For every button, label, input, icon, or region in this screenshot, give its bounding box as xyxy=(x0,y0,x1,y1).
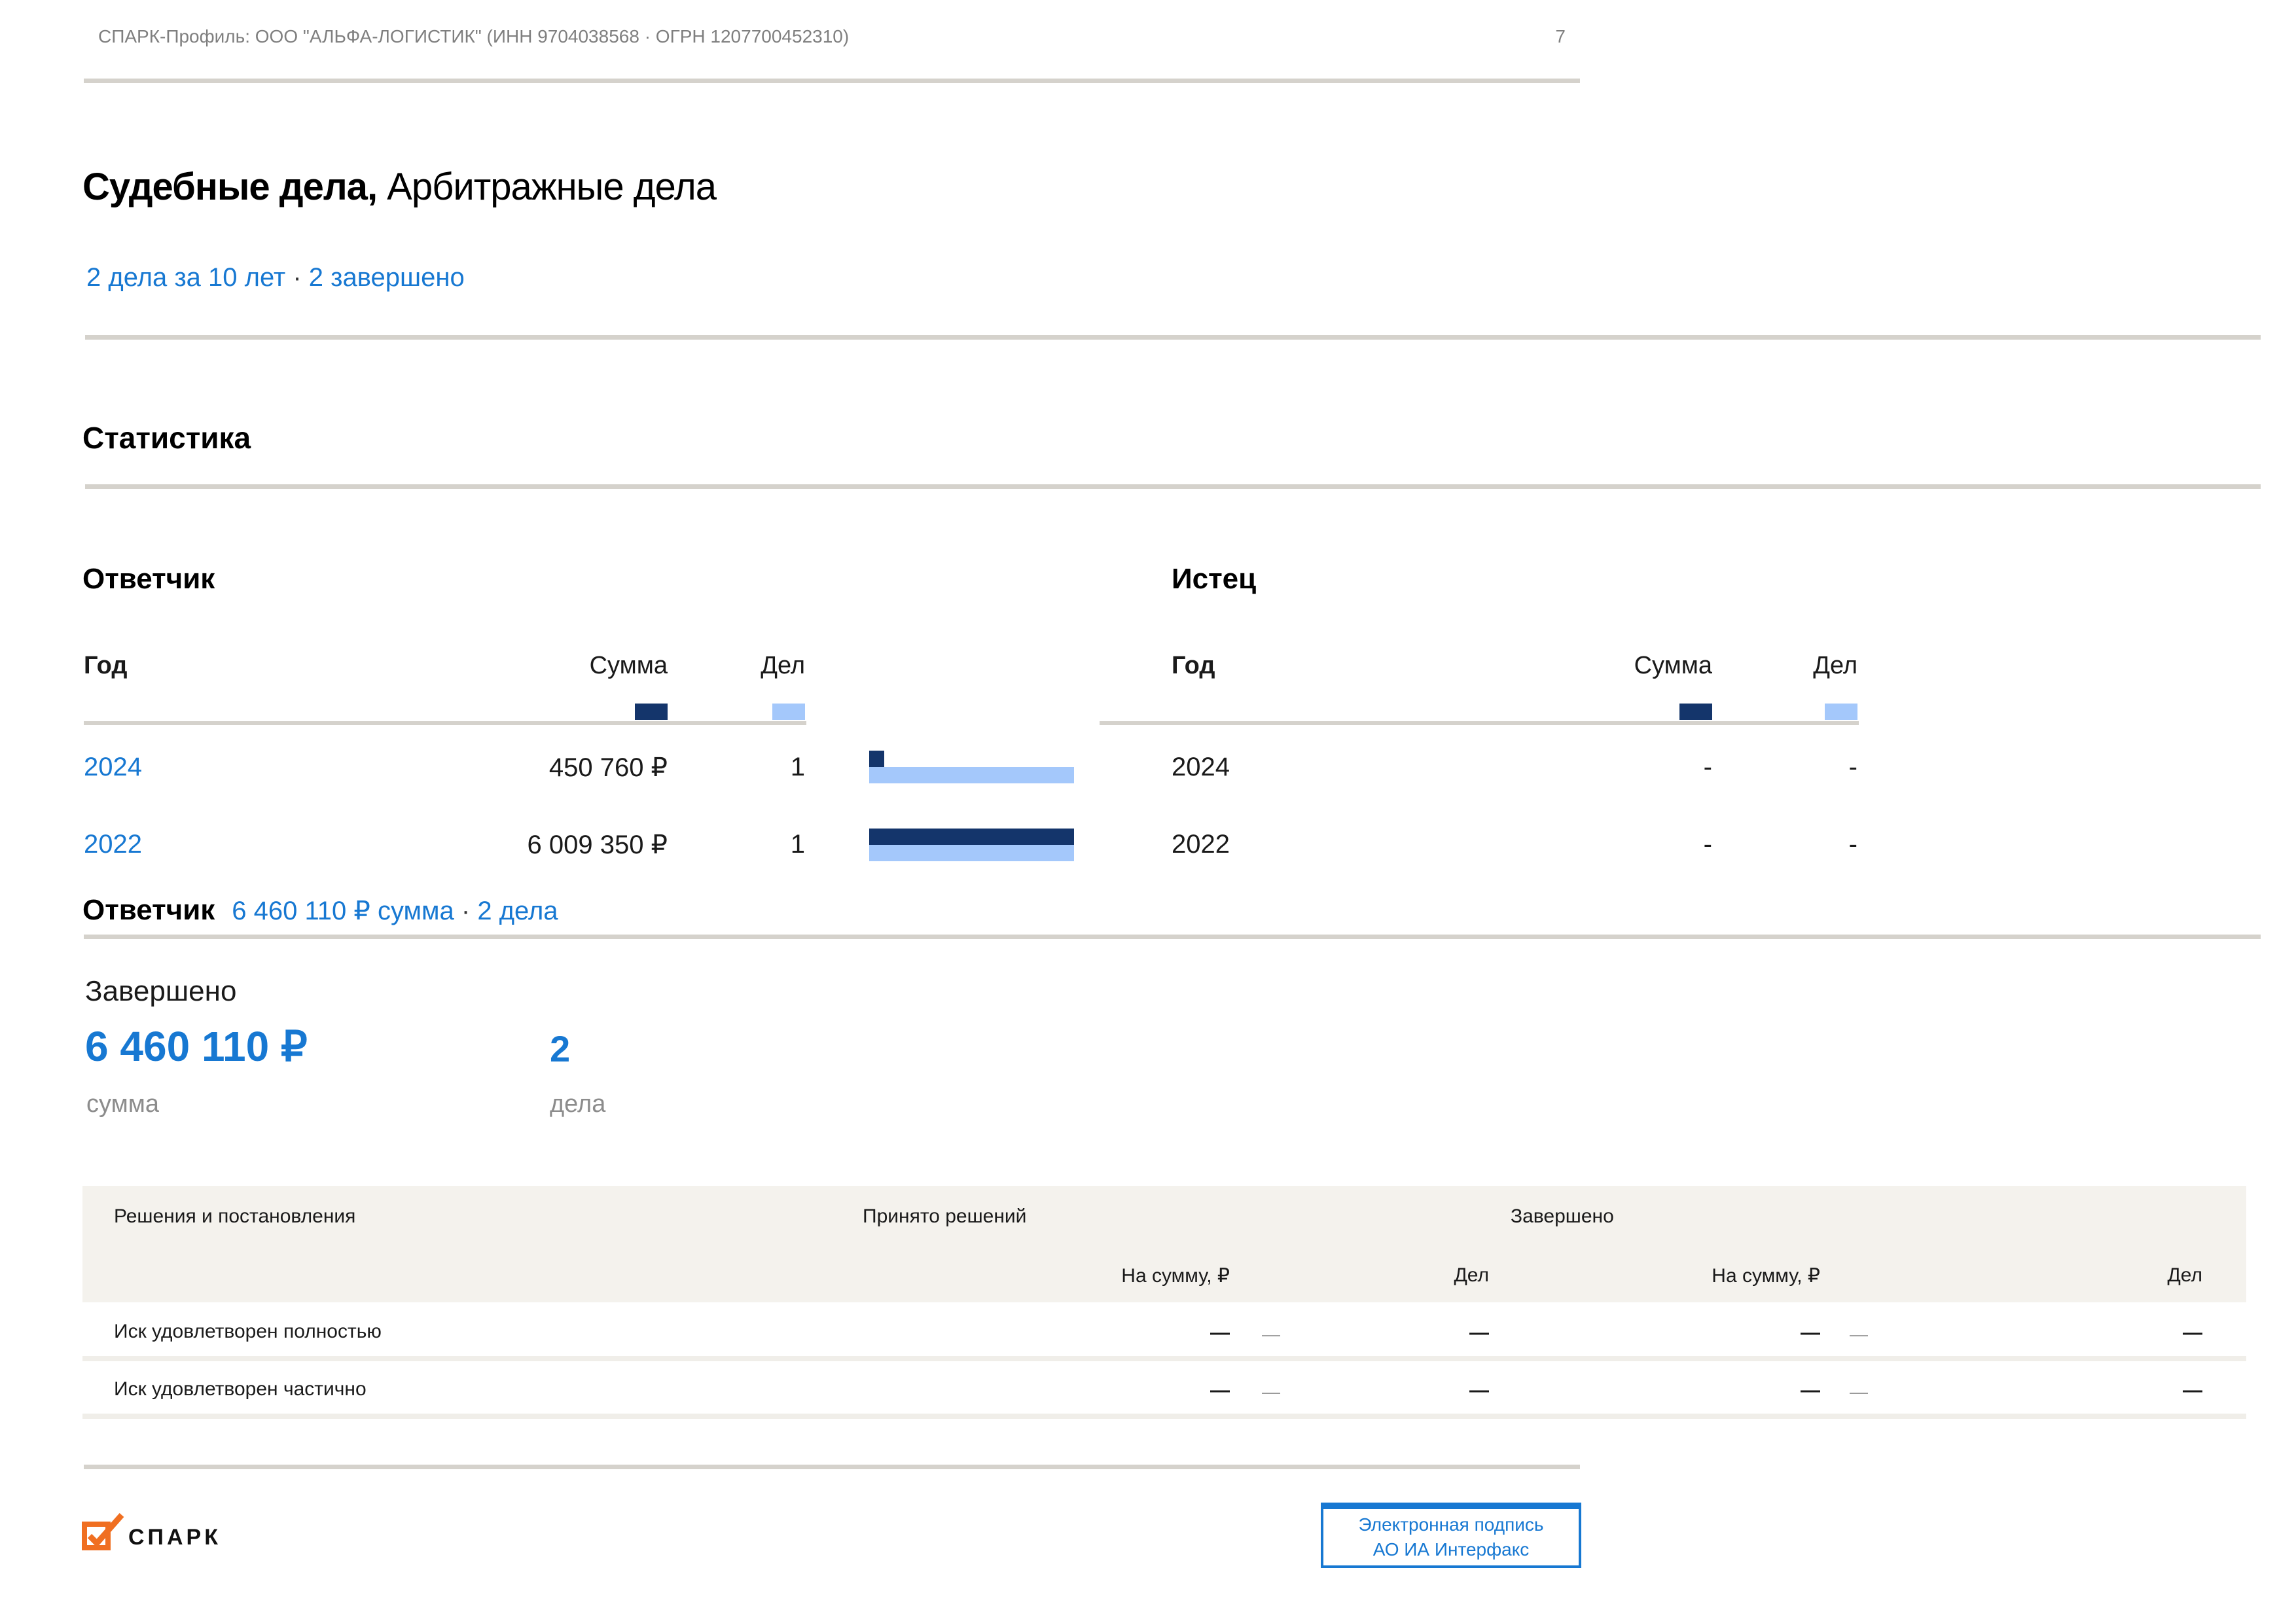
accepted-sum-col: На сумму, ₽ xyxy=(1121,1264,1230,1287)
completed-cases-value: — xyxy=(2183,1322,2202,1344)
completed-cases-value: — xyxy=(2183,1380,2202,1402)
decisions-bottom-separator xyxy=(82,1414,2246,1419)
completed-count-caption: дела xyxy=(550,1090,605,1118)
plaintiff-row-year: 2024 xyxy=(1172,753,1230,782)
completed-sum-value: — xyxy=(1801,1322,1820,1344)
statistics-divider xyxy=(85,484,2261,489)
sum-bar xyxy=(869,829,1074,845)
completed-sum-note: — xyxy=(1850,1382,1868,1402)
decision-row-label: Иск удовлетворен частично xyxy=(114,1378,367,1400)
cases-bar xyxy=(869,767,1074,783)
page-title: Судебные дела, Арбитражные дела xyxy=(82,165,716,209)
completed-cases-col: Дел xyxy=(2167,1264,2202,1287)
respondent-row-bars xyxy=(869,751,1074,783)
respondent-row-year: 2022 xyxy=(84,830,142,859)
total-dot: · xyxy=(461,897,470,925)
cases-legend-swatch xyxy=(772,704,805,720)
plaintiff-row-year: 2022 xyxy=(1172,830,1230,859)
total-cases-link[interactable]: 2 дела xyxy=(477,897,558,925)
totals-divider xyxy=(84,935,2261,939)
respondent-row-cases: 1 xyxy=(740,753,805,782)
cases-count-link[interactable]: 2 дела за 10 лет xyxy=(86,263,285,292)
completed-amount: 6 460 110 ₽ xyxy=(85,1022,308,1071)
respondent-total-links: 6 460 110 ₽ сумма · 2 дела xyxy=(232,896,558,926)
respondent-row-sum: 6 009 350 ₽ xyxy=(504,830,668,860)
completed-count: 2 xyxy=(550,1027,570,1070)
decisions-group-completed: Завершено xyxy=(1511,1205,1614,1228)
accepted-cases-value: — xyxy=(1469,1322,1489,1344)
year-2024-link[interactable]: 2024 xyxy=(84,753,142,781)
signature-line1: Электронная подпись xyxy=(1359,1512,1544,1537)
accepted-cases-value: — xyxy=(1469,1380,1489,1402)
accepted-sum-value: — xyxy=(1210,1322,1230,1344)
accepted-sum-note: — xyxy=(1262,1382,1280,1402)
respondent-row-bars xyxy=(869,829,1074,861)
respondent-col-cases: Дел xyxy=(707,652,805,680)
plaintiff-table-divider xyxy=(1100,721,1859,725)
respondent-row-sum: 450 760 ₽ xyxy=(504,753,668,783)
decisions-row-separator xyxy=(82,1356,2246,1361)
completed-sum-col: На сумму, ₽ xyxy=(1712,1264,1820,1287)
plaintiff-row-cases: - xyxy=(1792,753,1857,782)
decisions-group-accepted: Принято решений xyxy=(863,1205,1026,1228)
accepted-sum-note: — xyxy=(1262,1324,1280,1345)
page-title-main: Судебные дела, xyxy=(82,166,377,208)
plaintiff-heading: Истец xyxy=(1172,563,1256,596)
respondent-total-heading: Ответчик xyxy=(82,894,215,927)
signature-line2: АО ИА Интерфакс xyxy=(1373,1537,1530,1562)
accepted-sum-value: — xyxy=(1210,1380,1230,1402)
respondent-table-divider xyxy=(84,721,806,725)
respondent-row-year: 2024 xyxy=(84,753,142,782)
completed-sum-note: — xyxy=(1850,1324,1868,1345)
plaintiff-row-sum: - xyxy=(1647,753,1712,782)
decisions-title: Решения и постановления xyxy=(114,1205,355,1228)
sum-bar xyxy=(869,751,884,767)
respondent-heading: Ответчик xyxy=(82,563,215,596)
sum-legend-swatch xyxy=(1679,704,1712,720)
plaintiff-col-year: Год xyxy=(1172,652,1215,680)
completed-count-link[interactable]: 2 завершено xyxy=(309,263,465,292)
respondent-col-year: Год xyxy=(84,652,127,680)
summary-links: 2 дела за 10 лет · 2 завершено xyxy=(86,263,465,293)
respondent-row-cases: 1 xyxy=(740,830,805,859)
plaintiff-row-sum: - xyxy=(1647,830,1712,859)
plaintiff-col-cases: Дел xyxy=(1759,652,1857,680)
respondent-col-sum: Сумма xyxy=(537,652,668,680)
accepted-cases-col: Дел xyxy=(1454,1264,1489,1287)
section-divider-top xyxy=(85,335,2261,340)
spark-logo-icon xyxy=(81,1512,126,1551)
sum-legend-swatch xyxy=(635,704,668,720)
completed-label: Завершено xyxy=(85,975,236,1008)
summary-dot: · xyxy=(293,263,301,292)
electronic-signature-button[interactable]: Электронная подпись АО ИА Интерфакс xyxy=(1321,1503,1581,1568)
page-title-sub: Арбитражные дела xyxy=(377,166,716,208)
statistics-heading: Статистика xyxy=(82,420,251,455)
total-amount-link[interactable]: 6 460 110 ₽ сумма xyxy=(232,897,454,925)
header-divider xyxy=(84,79,1580,83)
plaintiff-row-cases: - xyxy=(1792,830,1857,859)
plaintiff-col-sum: Сумма xyxy=(1581,652,1712,680)
year-2022-link[interactable]: 2022 xyxy=(84,830,142,859)
decision-row-label: Иск удовлетворен полностью xyxy=(114,1321,382,1343)
respondent-total-row: Ответчик 6 460 110 ₽ сумма · 2 дела xyxy=(82,894,558,927)
completed-amount-caption: сумма xyxy=(86,1090,159,1118)
header-profile-line: СПАРК-Профиль: ООО "АЛЬФА-ЛОГИСТИК" (ИНН… xyxy=(98,26,849,47)
completed-sum-value: — xyxy=(1801,1380,1820,1402)
footer-divider xyxy=(84,1465,1580,1469)
report-page: СПАРК-Профиль: ООО "АЛЬФА-ЛОГИСТИК" (ИНН… xyxy=(0,0,2296,1623)
spark-logo-text: СПАРК xyxy=(128,1525,221,1550)
cases-bar xyxy=(869,845,1074,861)
cases-legend-swatch xyxy=(1825,704,1857,720)
page-number: 7 xyxy=(1525,26,1566,47)
